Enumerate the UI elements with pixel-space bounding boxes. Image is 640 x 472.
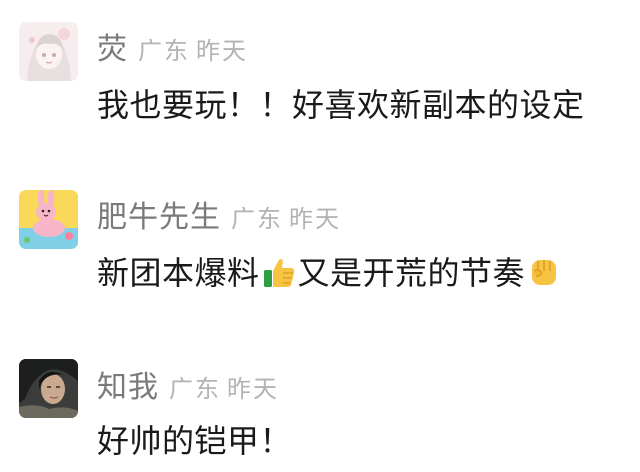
anime-girl-avatar-icon bbox=[19, 22, 78, 81]
comment-text-part: 我也要玩！！好喜欢新副本的设定 bbox=[97, 86, 585, 124]
timestamp: 昨天 bbox=[289, 205, 341, 233]
comment-text: 新团本爆料 又是开荒的节奏 bbox=[97, 248, 563, 294]
armored-warrior-avatar-icon bbox=[19, 359, 78, 418]
location: 广东 bbox=[231, 205, 283, 233]
avatar[interactable] bbox=[19, 190, 78, 249]
username[interactable]: 知我 bbox=[97, 370, 159, 405]
thumbs-up-icon bbox=[261, 254, 297, 290]
avatar[interactable] bbox=[19, 22, 78, 81]
timestamp: 昨天 bbox=[196, 37, 248, 65]
timestamp: 昨天 bbox=[227, 375, 279, 403]
comment-text-part: 好帅的铠甲！ bbox=[97, 422, 293, 460]
comment-text: 我也要玩！！好喜欢新副本的设定 bbox=[97, 80, 585, 126]
username[interactable]: 荧 bbox=[97, 32, 128, 67]
pink-rabbit-avatar-icon bbox=[19, 190, 78, 249]
comment-text-part: 又是开荒的节奏 bbox=[297, 254, 526, 292]
location: 广东 bbox=[169, 375, 221, 403]
comment-text: 好帅的铠甲！ bbox=[97, 416, 292, 462]
comment-meta: 知我 广东 昨天 bbox=[97, 362, 279, 406]
comment-text-part: 新团本爆料 bbox=[97, 254, 260, 292]
raised-fist-icon bbox=[526, 254, 562, 290]
location: 广东 bbox=[138, 37, 190, 65]
username[interactable]: 肥牛先生 bbox=[97, 200, 221, 235]
avatar[interactable] bbox=[19, 359, 78, 418]
comment-meta: 肥牛先生 广东 昨天 bbox=[97, 192, 341, 236]
comment-meta: 荧广东 昨天 bbox=[97, 24, 248, 68]
